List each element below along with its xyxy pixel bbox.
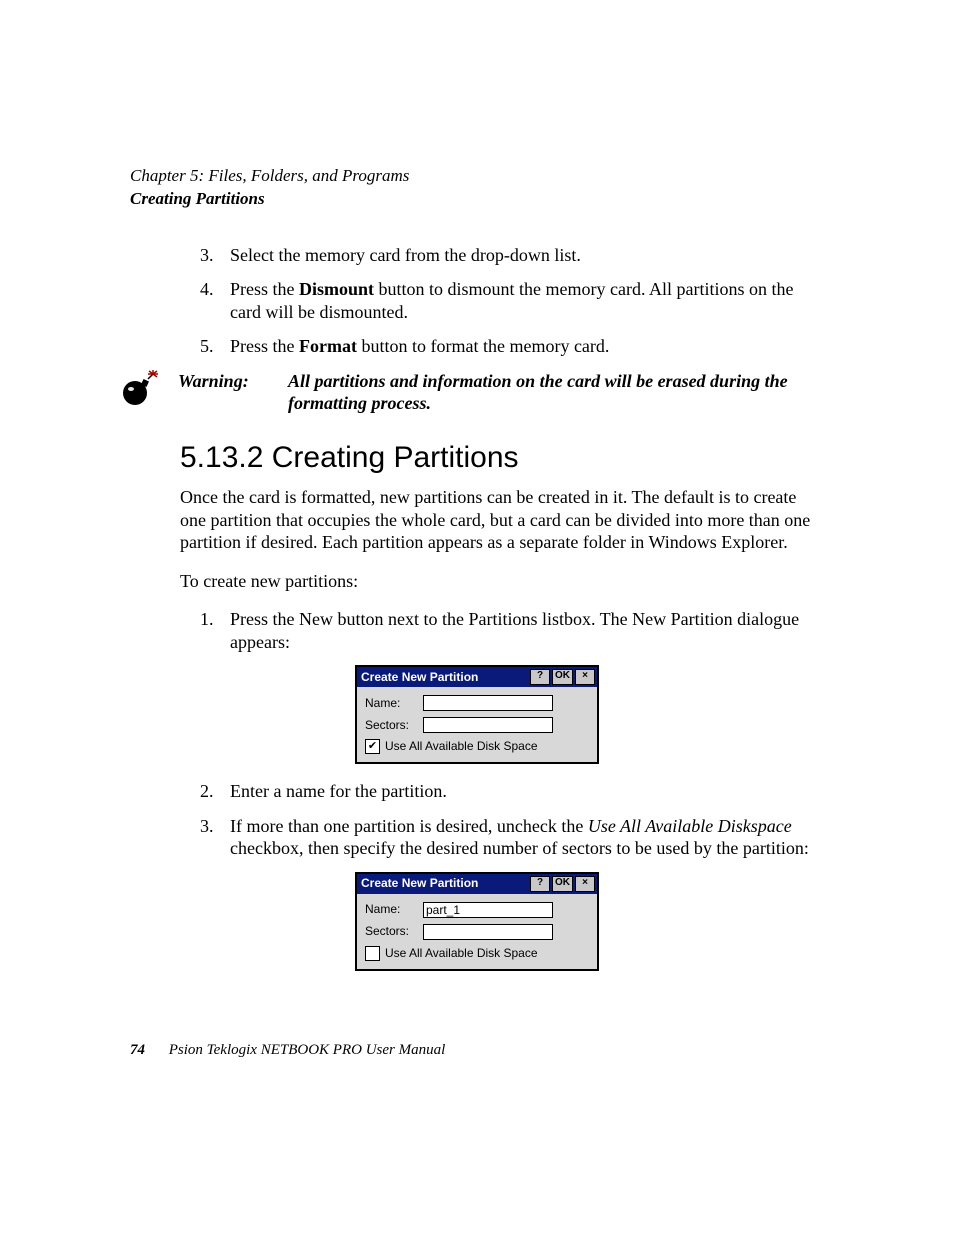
list-item: 3. Select the memory card from the drop-… [200,244,824,267]
list-number: 2. [200,780,230,803]
list-item: 1. Press the New button next to the Part… [200,608,824,653]
name-input[interactable] [423,695,553,711]
sectors-label: Sectors: [365,718,423,733]
page-number: 74 [130,1042,145,1058]
bomb-icon [120,370,166,412]
list-item: 3. If more than one partition is desired… [200,815,824,860]
list-item: 4. Press the Dismount button to dismount… [200,278,824,323]
sectors-input[interactable] [423,924,553,940]
list-number: 3. [200,815,230,860]
ok-button[interactable]: OK [552,669,573,685]
list-a: 3. Select the memory card from the drop-… [200,244,824,358]
name-label: Name: [365,902,423,917]
list-number: 5. [200,335,230,358]
list-text: Press the Format button to format the me… [230,335,824,358]
dialog-title: Create New Partition [361,876,528,891]
use-all-space-label: Use All Available Disk Space [385,946,538,961]
name-input[interactable] [423,902,553,918]
use-all-space-checkbox[interactable]: ✔ [365,739,380,754]
dialog-title: Create New Partition [361,670,528,685]
list-text: If more than one partition is desired, u… [230,815,824,860]
chapter-header: Chapter 5: Files, Folders, and Programs [130,165,824,186]
dialog-titlebar: Create New Partition ? OK × [357,667,597,687]
use-all-space-label: Use All Available Disk Space [385,739,538,754]
footer-text: Psion Teklogix NETBOOK PRO User Manual [169,1042,446,1058]
use-all-space-checkbox[interactable] [365,946,380,961]
warning-block: Warning: All partitions and information … [120,370,824,415]
section-header: Creating Partitions [130,188,824,209]
list-b: 1. Press the New button next to the Part… [200,608,824,653]
ok-button[interactable]: OK [552,876,573,892]
list-text: Select the memory card from the drop-dow… [230,244,824,267]
list-text: Press the New button next to the Partiti… [230,608,824,653]
list-number: 4. [200,278,230,323]
close-button[interactable]: × [575,669,595,685]
list-number: 3. [200,244,230,267]
dialog-titlebar: Create New Partition ? OK × [357,874,597,894]
page-footer: 74 Psion Teklogix NETBOOK PRO User Manua… [130,1041,445,1060]
list-b-cont: 2. Enter a name for the partition. 3. If… [200,780,824,860]
dialog-create-partition-unchecked: Create New Partition ? OK × Name: Sector… [355,872,599,971]
dialog-create-partition-checked: Create New Partition ? OK × Name: Sector… [355,665,599,764]
body-paragraph: Once the card is formatted, new partitio… [180,486,824,554]
help-button[interactable]: ? [530,669,550,685]
section-heading: 5.13.2 Creating Partitions [180,439,824,477]
help-button[interactable]: ? [530,876,550,892]
list-text: Enter a name for the partition. [230,780,824,803]
name-label: Name: [365,696,423,711]
warning-label: Warning: [178,370,288,393]
warning-text: All partitions and information on the ca… [288,370,824,415]
body-paragraph: To create new partitions: [180,570,824,593]
list-text: Press the Dismount button to dismount th… [230,278,824,323]
list-item: 5. Press the Format button to format the… [200,335,824,358]
list-number: 1. [200,608,230,653]
close-button[interactable]: × [575,876,595,892]
sectors-input[interactable] [423,717,553,733]
sectors-label: Sectors: [365,924,423,939]
list-item: 2. Enter a name for the partition. [200,780,824,803]
